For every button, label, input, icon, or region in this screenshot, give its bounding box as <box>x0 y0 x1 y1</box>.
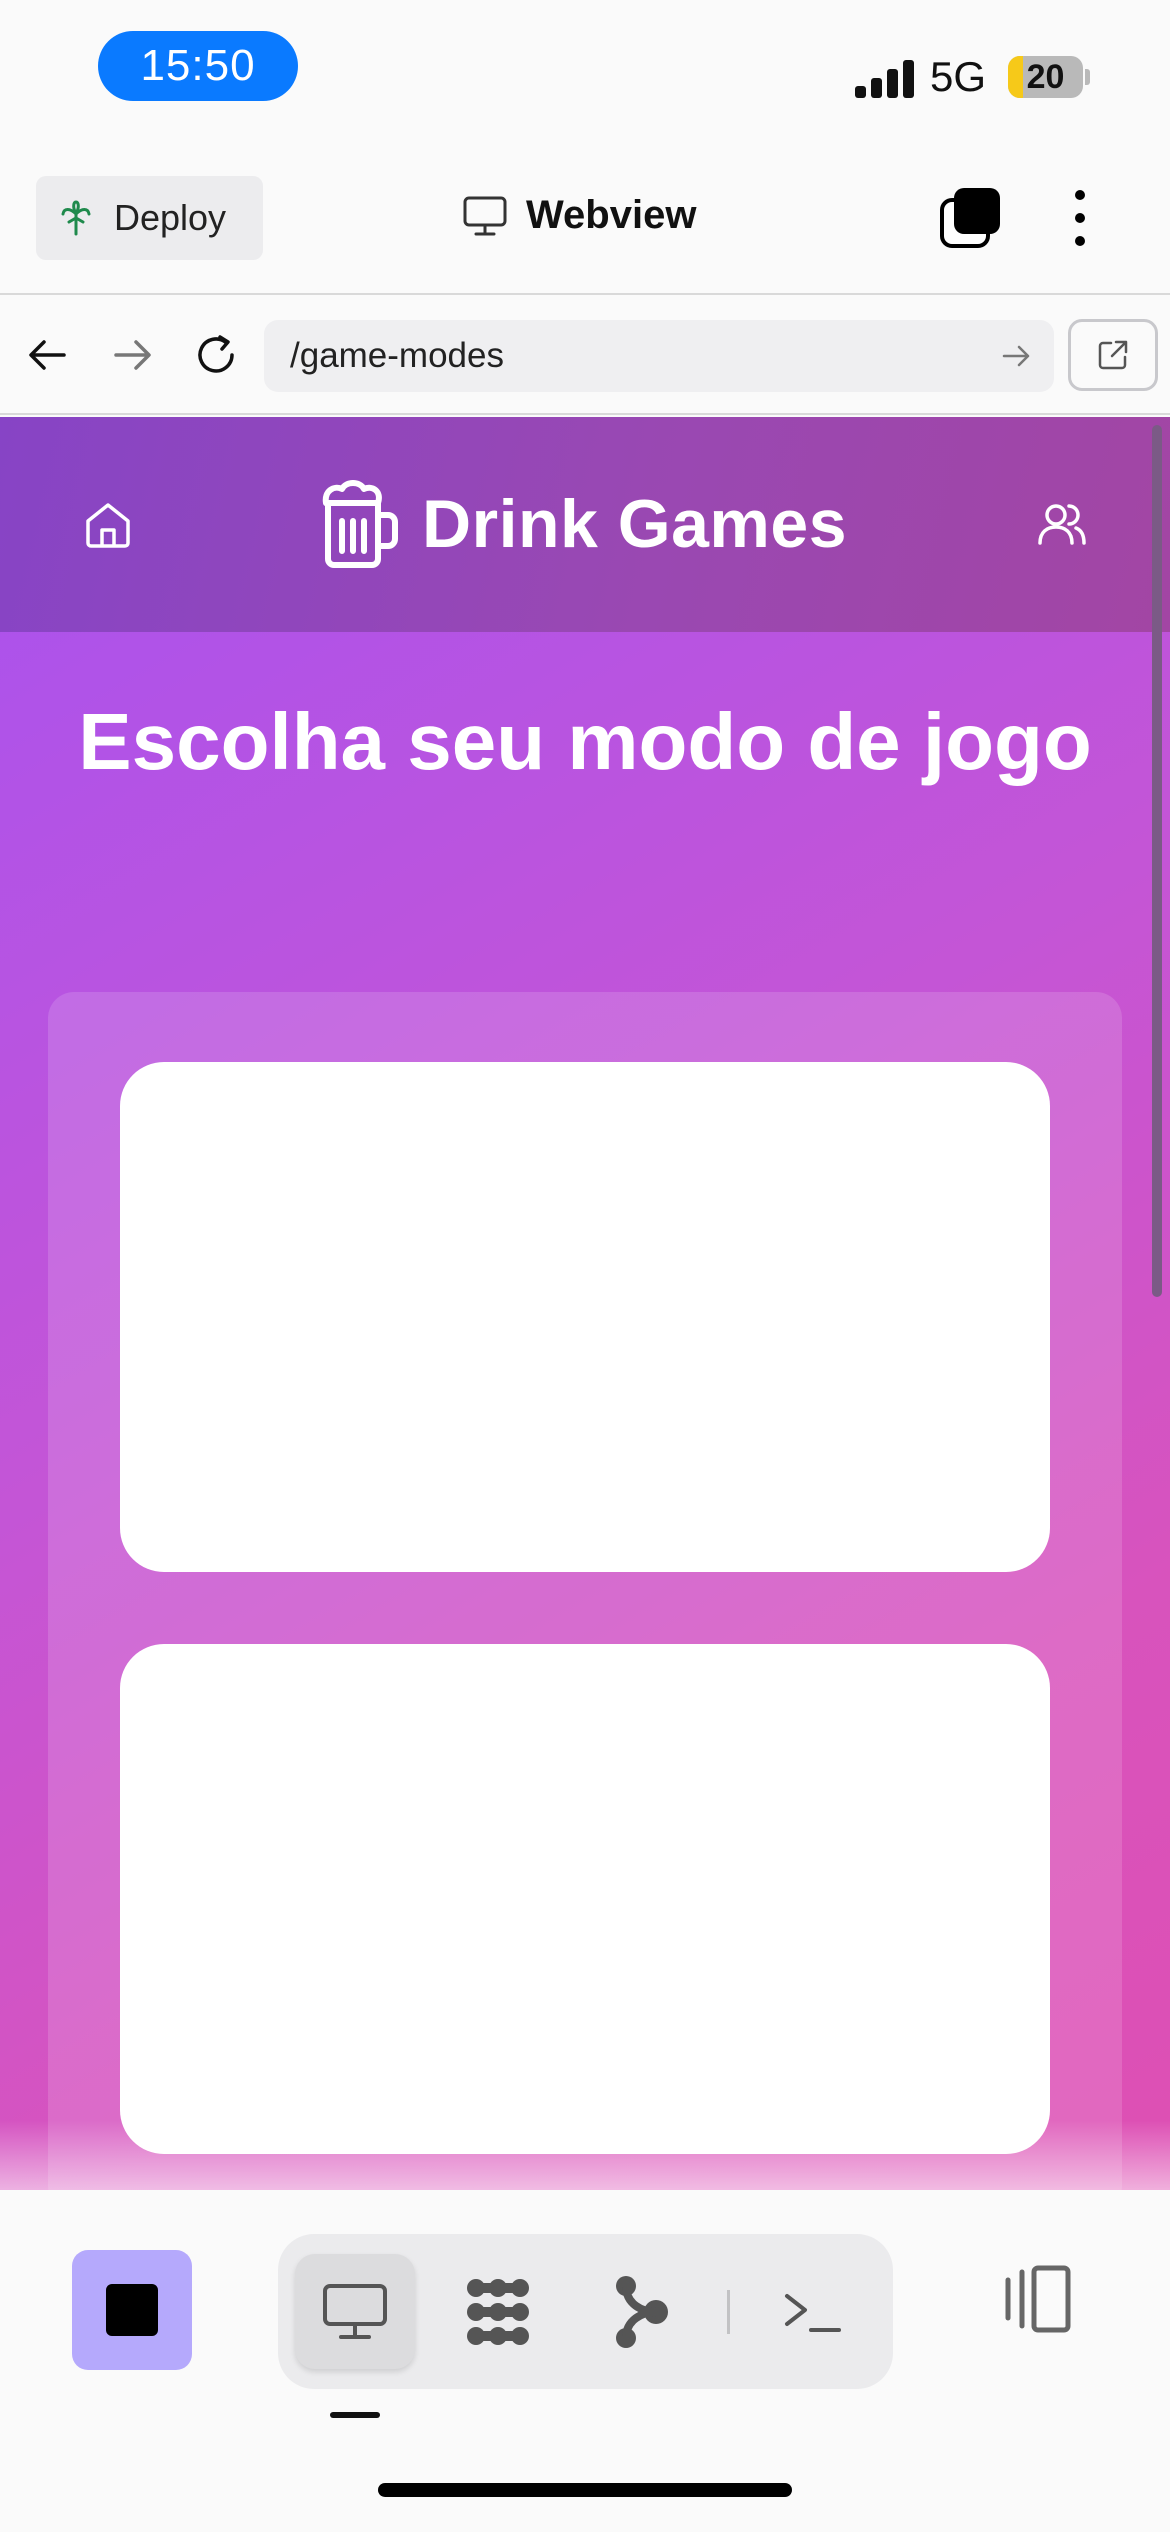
brand-name: Drink Games <box>422 486 848 562</box>
webview-tool-button[interactable] <box>295 2254 415 2369</box>
forward-arrow-icon[interactable] <box>104 327 160 383</box>
git-branch-icon <box>616 2275 668 2348</box>
status-bar: 15:50 5G 20 <box>0 0 1170 150</box>
game-modes-panel <box>48 992 1122 2190</box>
terminal-tool-button[interactable] <box>753 2254 873 2369</box>
game-mode-card[interactable] <box>120 1644 1050 2154</box>
monitor-icon <box>463 196 507 235</box>
stop-icon <box>106 2284 158 2336</box>
webview-title: Webview <box>462 193 696 238</box>
back-arrow-icon[interactable] <box>20 327 76 383</box>
cellular-signal-icon <box>855 58 915 98</box>
game-mode-card[interactable] <box>120 1062 1050 1572</box>
network-type: 5G <box>930 53 987 100</box>
status-time: 15:50 <box>98 31 298 101</box>
page-title: Escolha seu modo de jogo <box>78 697 1092 786</box>
battery-level: 20 <box>1026 57 1065 96</box>
open-external-button[interactable] <box>1068 319 1158 391</box>
brand-logo[interactable]: Drink Games <box>316 479 847 569</box>
url-text: /game-modes <box>290 336 504 375</box>
git-tool-button[interactable] <box>582 2254 702 2369</box>
url-bar: /game-modes <box>0 297 1170 415</box>
workflow-icon <box>467 2278 529 2345</box>
external-link-icon <box>1098 340 1128 370</box>
url-input[interactable]: /game-modes <box>264 320 1054 392</box>
app-screen: 15:50 5G 20 Deploy Webview /game-modes D… <box>0 0 1170 2532</box>
terminal-icon <box>785 2293 841 2332</box>
tool-separator <box>727 2290 730 2334</box>
active-tool-indicator <box>330 2412 380 2418</box>
webview-monitor-icon <box>323 2283 387 2339</box>
battery-icon: 20 <box>1008 56 1083 98</box>
workflow-tool-button[interactable] <box>438 2254 558 2369</box>
webview-title-text: Webview <box>526 193 697 237</box>
deploy-button[interactable]: Deploy <box>36 176 263 260</box>
stop-button[interactable] <box>72 2250 192 2370</box>
content-fade <box>0 2120 1170 2190</box>
more-vertical-icon[interactable] <box>1062 186 1098 250</box>
home-icon[interactable] <box>80 497 136 553</box>
users-icon[interactable] <box>1034 497 1090 553</box>
tool-switcher <box>278 2234 893 2389</box>
webview-content: Drink Games Escolha seu modo de jogo <box>0 417 1170 2190</box>
deploy-icon <box>61 200 91 236</box>
home-indicator <box>378 2483 792 2497</box>
bottom-toolbar <box>0 2190 1170 2532</box>
reload-icon[interactable] <box>188 327 244 383</box>
beer-mug-icon <box>322 480 398 568</box>
app-bar: Deploy Webview <box>0 150 1170 295</box>
deploy-label: Deploy <box>114 197 227 238</box>
webview-scrollbar[interactable] <box>1152 425 1162 1297</box>
layers-icon[interactable] <box>938 186 1002 250</box>
go-arrow-icon[interactable] <box>996 336 1036 376</box>
battery-tip <box>1085 69 1090 85</box>
panels-icon[interactable] <box>998 2260 1078 2340</box>
